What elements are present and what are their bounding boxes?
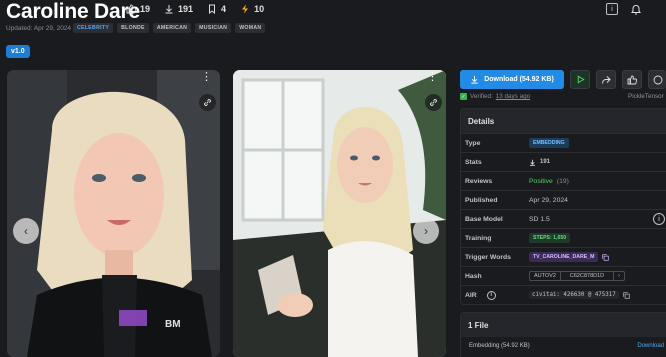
detail-label: Trigger Words bbox=[465, 253, 511, 261]
link-icon[interactable] bbox=[425, 94, 442, 111]
tag-list: CELEBRITY BLONDE AMERICAN MUSICIAN WOMAN bbox=[73, 23, 266, 33]
info-icon[interactable]: i bbox=[606, 3, 618, 15]
detail-row-training: Training STEPS: 1,650 bbox=[461, 228, 666, 247]
tag-item[interactable]: BLONDE bbox=[117, 23, 149, 33]
files-panel: 1 File Embedding (54.92 KB) Download bbox=[460, 312, 666, 357]
share-icon bbox=[602, 75, 611, 84]
chevron-right-icon[interactable]: › bbox=[613, 272, 624, 280]
training-steps-badge: STEPS: 1,650 bbox=[529, 233, 571, 243]
detail-row-stats: Stats 191 bbox=[461, 152, 666, 171]
download-label: Download (54.92 KB) bbox=[484, 76, 554, 83]
detail-row-hash: Hash AUTOV2 C62C878D1D › bbox=[461, 266, 666, 285]
published-date: Apr 29, 2024 bbox=[529, 196, 568, 204]
file-row: Embedding (54.92 KB) Download bbox=[461, 337, 666, 349]
copy-icon[interactable] bbox=[623, 291, 630, 299]
bolt-circle-icon bbox=[653, 75, 662, 84]
details-panel: Details Type EMBEDDING Stats 191 Reviews… bbox=[460, 108, 666, 305]
detail-row-published: Published Apr 29, 2024 bbox=[461, 190, 666, 209]
link-icon[interactable] bbox=[199, 94, 216, 111]
files-heading[interactable]: 1 File bbox=[461, 313, 666, 337]
tag-item[interactable]: MUSICIAN bbox=[195, 23, 232, 33]
detail-row-base-model: Base Model SD 1.5 i bbox=[461, 209, 666, 228]
detail-row-air: AIR i civitai: 426630 @ 475317 bbox=[461, 285, 666, 304]
prev-image-button[interactable]: ‹ bbox=[13, 218, 39, 244]
detail-label: Published bbox=[465, 196, 498, 204]
download-icon bbox=[530, 159, 535, 166]
top-icons-right bbox=[630, 3, 642, 15]
preview-image-1[interactable]: BM ⋮ ‹ bbox=[7, 70, 220, 357]
type-badge: EMBEDDING bbox=[529, 138, 569, 148]
author-name[interactable]: PickleTensor bbox=[628, 93, 664, 100]
air-id[interactable]: civitai: 426630 @ 475317 bbox=[529, 291, 619, 299]
downloads-stat: 191 bbox=[164, 4, 193, 14]
version-badge[interactable]: v1.0 bbox=[6, 45, 30, 58]
bookmark-icon bbox=[209, 4, 216, 14]
tag-item[interactable]: CELEBRITY bbox=[73, 23, 114, 33]
air-label-wrap: AIR i bbox=[461, 290, 529, 300]
stats-downloads: 191 bbox=[540, 159, 551, 165]
verified-date-link[interactable]: 13 days ago bbox=[496, 93, 530, 100]
hash-selector[interactable]: AUTOV2 C62C878D1D › bbox=[529, 271, 625, 281]
tag-item[interactable]: AMERICAN bbox=[152, 23, 192, 33]
run-button[interactable] bbox=[570, 70, 590, 89]
share-button[interactable] bbox=[596, 70, 616, 89]
copy-icon[interactable] bbox=[602, 253, 610, 261]
portrait-racer-image: BM bbox=[7, 70, 220, 357]
play-icon bbox=[577, 75, 585, 84]
verified-prefix: Verified: bbox=[470, 93, 493, 100]
buzz-stat: 10 bbox=[240, 4, 264, 14]
bookmarks-stat: 4 bbox=[207, 4, 226, 14]
reviews-count: (19) bbox=[556, 177, 569, 185]
verified-status: ✓ Verified: 13 days ago bbox=[460, 93, 530, 100]
image-menu-icon[interactable]: ⋮ bbox=[201, 72, 212, 83]
detail-row-reviews: Reviews Positive (19) bbox=[461, 171, 666, 190]
model-stats: 19 191 4 10 bbox=[126, 4, 264, 14]
bolt-icon bbox=[242, 4, 249, 14]
detail-label: Base Model bbox=[465, 215, 503, 223]
download-icon bbox=[165, 5, 173, 14]
info-icon[interactable]: i bbox=[486, 290, 496, 300]
detail-label: Hash bbox=[465, 272, 482, 280]
trigger-word-badge[interactable]: TV_CAROLINE_DARE_M bbox=[529, 252, 599, 262]
bookmarks-count: 4 bbox=[221, 4, 227, 14]
thumbs-up-icon bbox=[126, 4, 136, 14]
detail-label: Training bbox=[465, 234, 492, 242]
detail-label: Type bbox=[465, 139, 481, 147]
detail-label: Stats bbox=[465, 158, 482, 166]
downloads-count: 191 bbox=[178, 4, 194, 14]
download-button[interactable]: Download (54.92 KB) bbox=[460, 70, 564, 89]
buzz-count: 10 bbox=[254, 4, 265, 14]
hash-algo[interactable]: AUTOV2 bbox=[530, 272, 560, 280]
bell-icon[interactable] bbox=[630, 3, 642, 15]
detail-label: AIR bbox=[465, 291, 477, 299]
portrait-sofa-image bbox=[233, 70, 446, 357]
file-download-link[interactable]: Download bbox=[637, 343, 664, 349]
details-heading[interactable]: Details bbox=[461, 109, 666, 133]
model-title: Caroline Dare bbox=[6, 0, 140, 23]
info-icon[interactable]: i bbox=[653, 213, 665, 225]
likes-stat: 19 bbox=[126, 4, 150, 14]
likes-count: 19 bbox=[140, 4, 151, 14]
reviews-rating[interactable]: Positive bbox=[529, 178, 553, 185]
svg-text:BM: BM bbox=[165, 319, 181, 330]
image-menu-icon[interactable]: ⋮ bbox=[427, 72, 438, 83]
detail-row-trigger-words: Trigger Words TV_CAROLINE_DARE_M bbox=[461, 247, 666, 266]
detail-label: Reviews bbox=[465, 177, 493, 185]
like-button[interactable] bbox=[622, 70, 642, 89]
hash-value[interactable]: C62C878D1D bbox=[559, 272, 613, 280]
updated-date: Updated: Apr 29, 2024 bbox=[6, 25, 72, 32]
next-image-button[interactable]: › bbox=[413, 218, 439, 244]
preview-image-2[interactable]: ⋮ › bbox=[233, 70, 446, 357]
top-icons-left: i bbox=[606, 3, 618, 15]
thumbs-up-icon bbox=[627, 75, 637, 84]
file-name: Embedding (54.92 KB) bbox=[469, 343, 530, 349]
base-model-value: SD 1.5 bbox=[529, 215, 550, 223]
detail-row-type: Type EMBEDDING bbox=[461, 133, 666, 152]
download-icon bbox=[471, 75, 478, 84]
tag-item[interactable]: WOMAN bbox=[235, 23, 266, 33]
check-icon: ✓ bbox=[460, 93, 467, 100]
more-button[interactable] bbox=[648, 70, 666, 89]
